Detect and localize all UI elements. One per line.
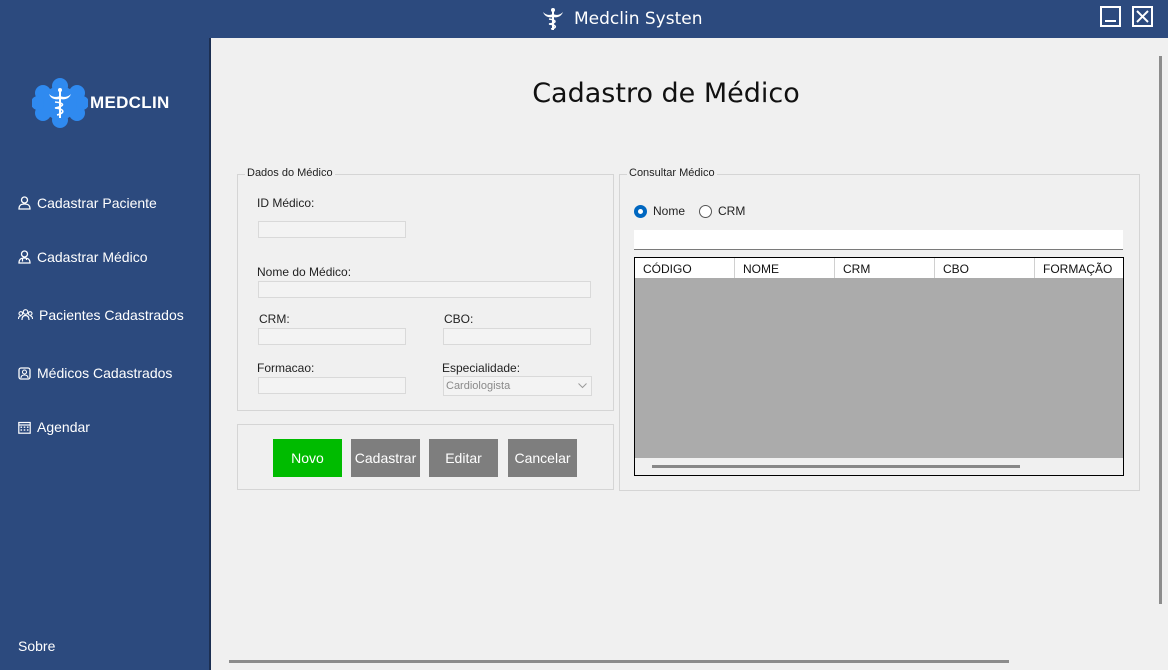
grid-horizontal-scrollbar[interactable]: [635, 458, 1123, 475]
close-icon: [1136, 10, 1149, 23]
nome-medico-label: Nome do Médico:: [257, 265, 352, 279]
column-header-nome[interactable]: NOME: [735, 258, 835, 278]
vertical-scrollbar[interactable]: [1153, 38, 1168, 653]
id-medico-label: ID Médico:: [257, 196, 315, 210]
vertical-scroll-thumb[interactable]: [1159, 56, 1162, 604]
editar-button[interactable]: Editar: [429, 439, 498, 477]
dados-medico-group: Dados do Médico ID Médico: Nome do Médic…: [237, 167, 614, 411]
sidebar-item-cadastrar-medico[interactable]: Cadastrar Médico: [18, 247, 148, 267]
radio-crm[interactable]: [699, 204, 713, 218]
search-mode-radios: Nome CRM: [634, 204, 745, 218]
sidebar-item-label: Cadastrar Paciente: [37, 195, 157, 211]
sidebar: MEDCLIN Cadastrar Paciente Cadastrar Méd…: [0, 38, 209, 670]
doctor-icon: [18, 250, 31, 264]
formacao-field[interactable]: [258, 377, 406, 394]
id-medico-field[interactable]: [258, 221, 406, 238]
sidebar-item-cadastrar-paciente[interactable]: Cadastrar Paciente: [18, 193, 157, 213]
sidebar-item-label: Médicos Cadastrados: [37, 365, 173, 381]
sidebar-item-pacientes-cadastrados[interactable]: Pacientes Cadastrados: [18, 305, 184, 325]
horizontal-scroll-thumb[interactable]: [229, 660, 1009, 663]
formacao-label: Formacao:: [257, 361, 315, 375]
cbo-field[interactable]: [443, 328, 591, 345]
cancelar-button[interactable]: Cancelar: [508, 439, 577, 477]
sidebar-item-label: Agendar: [37, 419, 90, 435]
search-input[interactable]: [634, 230, 1123, 250]
column-header-formacao[interactable]: FORMAÇÃO: [1035, 258, 1123, 278]
column-header-cbo[interactable]: CBO: [935, 258, 1035, 278]
caduceus-icon: [543, 8, 563, 30]
sidebar-item-agendar[interactable]: Agendar: [18, 417, 90, 437]
sidebar-item-sobre[interactable]: Sobre: [18, 638, 55, 654]
sidebar-item-label: Pacientes Cadastrados: [39, 307, 184, 323]
window-title-group: Medclin Systen: [540, 6, 703, 32]
medclin-logo: MEDCLIN: [32, 78, 170, 128]
cbo-label: CBO:: [444, 312, 474, 326]
radio-nome-label[interactable]: Nome: [653, 204, 685, 218]
close-button[interactable]: [1132, 6, 1153, 27]
minimize-button[interactable]: [1100, 6, 1121, 27]
user-icon: [18, 196, 31, 210]
main-content: Cadastro de Médico Dados do Médico ID Mé…: [209, 38, 1168, 670]
medical-star-logo-icon: [32, 78, 88, 128]
title-bar[interactable]: Medclin Systen: [0, 0, 1168, 38]
nome-medico-field[interactable]: [258, 281, 591, 298]
crm-label: CRM:: [259, 312, 290, 326]
grid-scroll-thumb[interactable]: [652, 465, 1020, 468]
cadastrar-button[interactable]: Cadastrar: [351, 439, 420, 477]
consultar-medico-group: Consultar Médico Nome CRM CÓDIGO NOME CR…: [619, 167, 1140, 491]
especialidade-label: Especialidade:: [442, 361, 521, 375]
radio-crm-label[interactable]: CRM: [718, 204, 745, 218]
novo-button[interactable]: Novo: [273, 439, 342, 477]
especialidade-value: Cardiologista: [446, 380, 511, 392]
calendar-icon: [18, 421, 31, 434]
medical-kit-icon: [18, 367, 31, 380]
chevron-down-icon: [578, 383, 587, 389]
grid-header: CÓDIGO NOME CRM CBO FORMAÇÃO: [635, 258, 1123, 278]
consultar-medico-legend: Consultar Médico: [627, 167, 717, 179]
sidebar-item-medicos-cadastrados[interactable]: Médicos Cadastrados: [18, 363, 172, 383]
especialidade-select[interactable]: Cardiologista: [443, 376, 592, 396]
dados-medico-legend: Dados do Médico: [245, 167, 335, 179]
window-title: Medclin Systen: [574, 9, 703, 29]
horizontal-scrollbar[interactable]: [211, 653, 1168, 670]
sidebar-item-label: Cadastrar Médico: [37, 249, 148, 265]
logo-text: MEDCLIN: [90, 93, 170, 112]
column-header-crm[interactable]: CRM: [835, 258, 935, 278]
crm-field[interactable]: [258, 328, 406, 345]
column-header-codigo[interactable]: CÓDIGO: [635, 258, 735, 278]
actions-group: Novo Cadastrar Editar Cancelar: [237, 424, 614, 490]
group-icon: [18, 309, 33, 321]
radio-nome[interactable]: [634, 204, 647, 218]
page-title: Cadastro de Médico: [532, 78, 800, 109]
medicos-data-grid[interactable]: CÓDIGO NOME CRM CBO FORMAÇÃO: [634, 257, 1124, 476]
